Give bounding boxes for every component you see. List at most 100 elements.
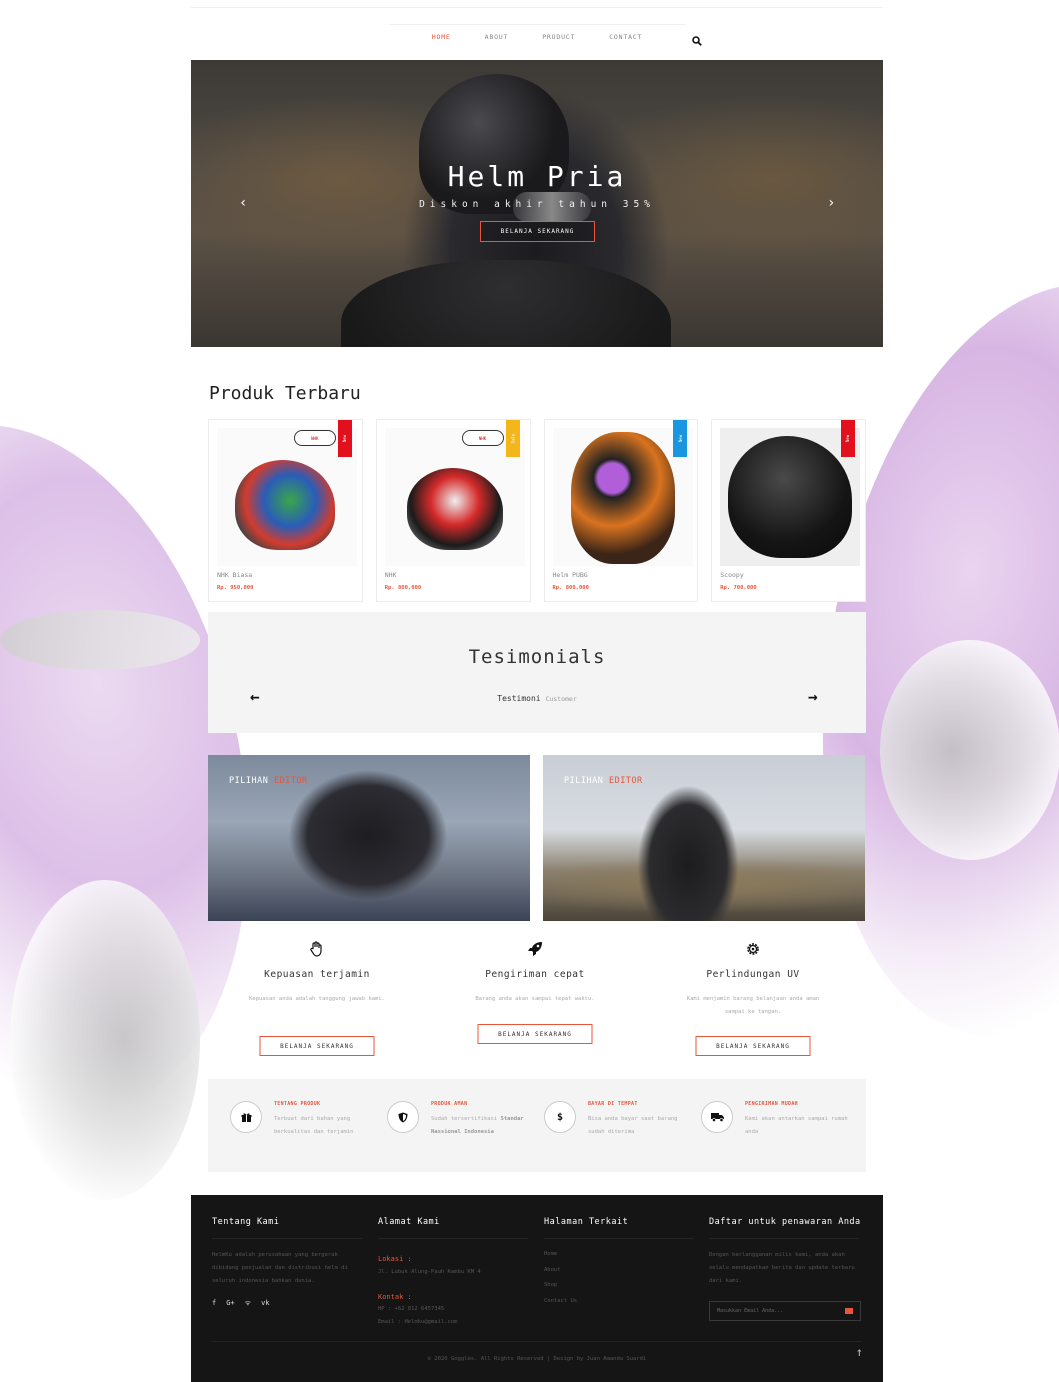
envelope-icon[interactable] [845, 1308, 853, 1315]
search-icon[interactable] [692, 36, 702, 46]
features: Kepuasan terjamin Kepuasan anda adalah t… [208, 941, 866, 1061]
nav-home[interactable]: HOME [432, 33, 451, 41]
dollar-icon: $ [544, 1101, 576, 1133]
feature-shop-button[interactable]: BELANJA SEKARANG [259, 1036, 375, 1056]
info-item: $ BAYAR DI TEMPAT Bisa anda bayar saat b… [544, 1101, 701, 1161]
hero-shop-button[interactable]: BELANJA SEKARANG [480, 221, 595, 242]
hero-title: Helm Pria [447, 160, 627, 193]
footer-about: Tentang Kami HelmKu adalah perusahaan ya… [212, 1217, 362, 1308]
editor-pick-label: PILIHAN EDITOR [229, 776, 308, 786]
info-title: PRODUK AMAN [431, 1101, 468, 1107]
product-list: NHK New NHK Biasa Rp. 950,000 NHK Sale N… [208, 419, 866, 602]
product-image [552, 428, 693, 566]
feature-item: Perlindungan UV Kami menjamin barang bel… [644, 941, 862, 1061]
product-card[interactable]: New Scoopy Rp. 700,000 [711, 419, 866, 602]
footer-about-text: HelmKu adalah perusahaan yang bergerak d… [212, 1252, 348, 1284]
google-plus-icon[interactable]: G+ [226, 1299, 234, 1308]
shield-icon [387, 1101, 419, 1133]
facebook-icon[interactable]: f [212, 1299, 216, 1308]
feature-item: Kepuasan terjamin Kepuasan anda adalah t… [208, 941, 426, 1061]
editor-pick-card[interactable]: PILIHAN EDITOR [543, 755, 865, 921]
product-image [720, 428, 861, 566]
editor-pick-label: PILIHAN EDITOR [564, 776, 643, 786]
product-image [217, 428, 357, 566]
product-price: Rp. 800,000 [384, 585, 422, 591]
testimonials: Tesimonials ← → Testimoni Customer [208, 612, 866, 733]
footer-link-about[interactable]: About [544, 1263, 694, 1279]
top-bar [191, 0, 883, 8]
product-card[interactable]: NHK Sale NHK Rp. 800,000 [375, 419, 531, 602]
feature-shop-button[interactable]: BELANJA SEKARANG [477, 1024, 593, 1044]
hero-subtitle: Diskon akhir tahun 35% [419, 199, 655, 210]
footer-heading: Halaman Terkait [544, 1217, 629, 1227]
product-card[interactable]: New Helm PUBG Rp. 800,000 [543, 419, 699, 602]
product-image [384, 428, 525, 566]
truck-icon [701, 1101, 733, 1133]
feature-text: Kami menjamin barang belanjaan anda aman… [686, 996, 820, 1015]
product-badge: Sale [505, 420, 520, 457]
gear-icon [644, 941, 862, 957]
footer-link-home[interactable]: Home [544, 1247, 694, 1263]
hand-icon [208, 941, 426, 957]
product-badge: New [673, 420, 688, 457]
product-card[interactable]: NHK New NHK Biasa Rp. 950,000 [208, 419, 363, 602]
rocket-icon [426, 941, 644, 957]
footer-heading: Alamat Kami [378, 1217, 440, 1227]
page: HOME ABOUT PRODUCT CONTACT ‹ › Helm Pria… [191, 0, 883, 1382]
product-name: NHK Biasa [217, 571, 253, 579]
info-title: TENTANG PRODUK [274, 1101, 321, 1107]
product-badge: New [841, 420, 855, 457]
footer-links: Halaman Terkait Home About Shop Contact … [544, 1217, 694, 1309]
email-text: Email : Helmku@gmail.com [378, 1319, 458, 1326]
info-text: Kami akan antarkan sampai rumah anda [745, 1116, 848, 1135]
feature-text: Kepuasan anda adalah tanggung jawab kami… [249, 996, 385, 1002]
product-price: Rp. 800,000 [552, 585, 589, 591]
info-text: Terbuat dari bahan yang berkualitas dan … [274, 1116, 354, 1135]
copyright: © 2020 Goggles. All Rights Reserved | De… [427, 1356, 647, 1362]
scroll-top-icon[interactable]: ↑ [856, 1345, 863, 1359]
product-name: NHK [384, 571, 397, 579]
info-strip: TENTANG PRODUK Terbuat dari bahan yang b… [208, 1079, 866, 1172]
products-title: Produk Terbaru [209, 383, 361, 404]
shop-logo: NHK [293, 430, 336, 446]
footer: Tentang Kami HelmKu adalah perusahaan ya… [191, 1195, 883, 1382]
info-item: TENTANG PRODUK Terbuat dari bahan yang b… [230, 1101, 387, 1161]
product-badge: New [337, 420, 352, 457]
feature-title: Pengiriman cepat [485, 969, 585, 980]
footer-heading: Daftar untuk penawaran Anda [709, 1217, 861, 1227]
phone-text: HP : +62 812 6457345 [378, 1306, 445, 1313]
editor-pick-card[interactable]: PILIHAN EDITOR [208, 755, 530, 921]
info-text: Sudah tersertifikasi Standar Nassional I… [431, 1116, 524, 1135]
location-text: Jl. Lubuk Alung-Pauh Kambu KM 4 [378, 1268, 481, 1275]
testimonial-text: Testimoni Customer [497, 694, 577, 703]
newsletter-placeholder: Masukkan Email Anda... [717, 1308, 784, 1315]
newsletter-email-field[interactable]: Masukkan Email Anda... [709, 1301, 861, 1322]
feature-item: Pengiriman cepat Barang anda akan sampai… [426, 941, 644, 1061]
info-item: PENGIRIMAN MUDAH Kami akan antarkan samp… [701, 1101, 858, 1161]
social-links: f G+ ᯤ vk [212, 1299, 362, 1308]
footer-heading: Tentang Kami [212, 1217, 280, 1227]
product-price: Rp. 950,000 [217, 585, 254, 591]
product-name: Helm PUBG [552, 571, 588, 579]
vk-icon[interactable]: vk [261, 1299, 269, 1308]
nav-contact[interactable]: CONTACT [609, 33, 642, 41]
editor-picks: PILIHAN EDITOR PILIHAN EDITOR [208, 755, 866, 921]
feature-shop-button[interactable]: BELANJA SEKARANG [695, 1036, 811, 1056]
product-name: Scoopy [720, 571, 744, 579]
feature-title: Perlindungan UV [706, 969, 800, 980]
product-price: Rp. 700,000 [720, 585, 757, 591]
footer-address: Alamat Kami Lokasi : Jl. Lubuk Alung-Pau… [378, 1217, 528, 1329]
testimonials-title: Tesimonials [468, 646, 606, 668]
info-title: BAYAR DI TEMPAT [588, 1101, 638, 1107]
shop-logo: NHK [461, 430, 504, 446]
feature-title: Kepuasan terjamin [264, 969, 370, 980]
footer-link-contact[interactable]: Contact Us [544, 1294, 694, 1310]
gift-icon [230, 1101, 262, 1133]
nav-product[interactable]: PRODUCT [542, 33, 575, 41]
newsletter-text: Dengan berlangganan milis kami, anda aka… [709, 1252, 855, 1284]
rss-icon[interactable]: ᯤ [245, 1299, 251, 1308]
nav-about[interactable]: ABOUT [485, 33, 509, 41]
info-text: Bisa anda bayar saat barang sudah diteri… [588, 1116, 678, 1135]
footer-link-shop[interactable]: Shop [544, 1278, 694, 1294]
footer-newsletter: Daftar untuk penawaran Anda Dengan berla… [709, 1217, 864, 1322]
